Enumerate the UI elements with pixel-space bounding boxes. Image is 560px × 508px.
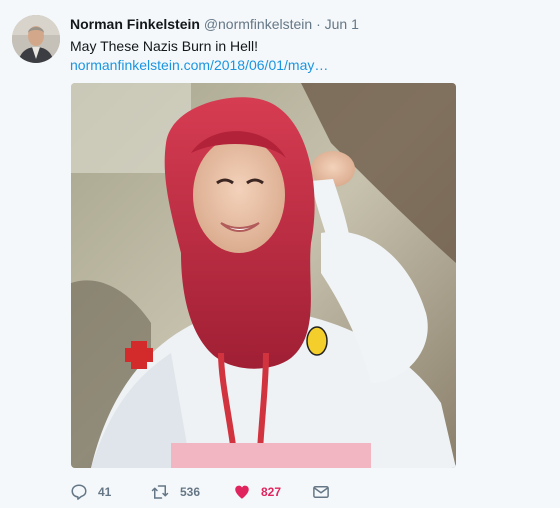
like-count: 827 — [261, 485, 282, 499]
retweet-button[interactable]: 536 — [150, 480, 200, 504]
avatar-image — [12, 15, 60, 63]
avatar[interactable] — [12, 15, 60, 63]
separator-dot: · — [316, 16, 321, 32]
tweet-link[interactable]: normanfinkelstein.com/2018/06/01/may… — [70, 56, 328, 74]
tweet: Norman Finkelstein @normfinkelstein · Ju… — [0, 0, 560, 508]
tweet-date[interactable]: Jun 1 — [325, 16, 359, 32]
tweet-header: Norman Finkelstein @normfinkelstein · Ju… — [70, 15, 359, 33]
photo-image — [71, 83, 456, 468]
like-button[interactable]: 827 — [233, 480, 281, 504]
direct-message-button[interactable] — [312, 480, 330, 504]
envelope-icon — [312, 483, 330, 501]
tweet-actions: 41 536 827 — [70, 480, 470, 504]
tweet-text: May These Nazis Burn in Hell! — [70, 38, 259, 54]
reply-button[interactable]: 41 — [70, 480, 111, 504]
reply-icon — [70, 483, 88, 501]
reply-count: 41 — [98, 485, 112, 499]
tweet-photo[interactable] — [71, 83, 456, 468]
author-name[interactable]: Norman Finkelstein — [70, 16, 200, 32]
author-handle[interactable]: @normfinkelstein — [204, 16, 312, 32]
heart-icon — [233, 483, 251, 501]
retweet-icon — [150, 483, 170, 501]
retweet-count: 536 — [180, 485, 201, 499]
